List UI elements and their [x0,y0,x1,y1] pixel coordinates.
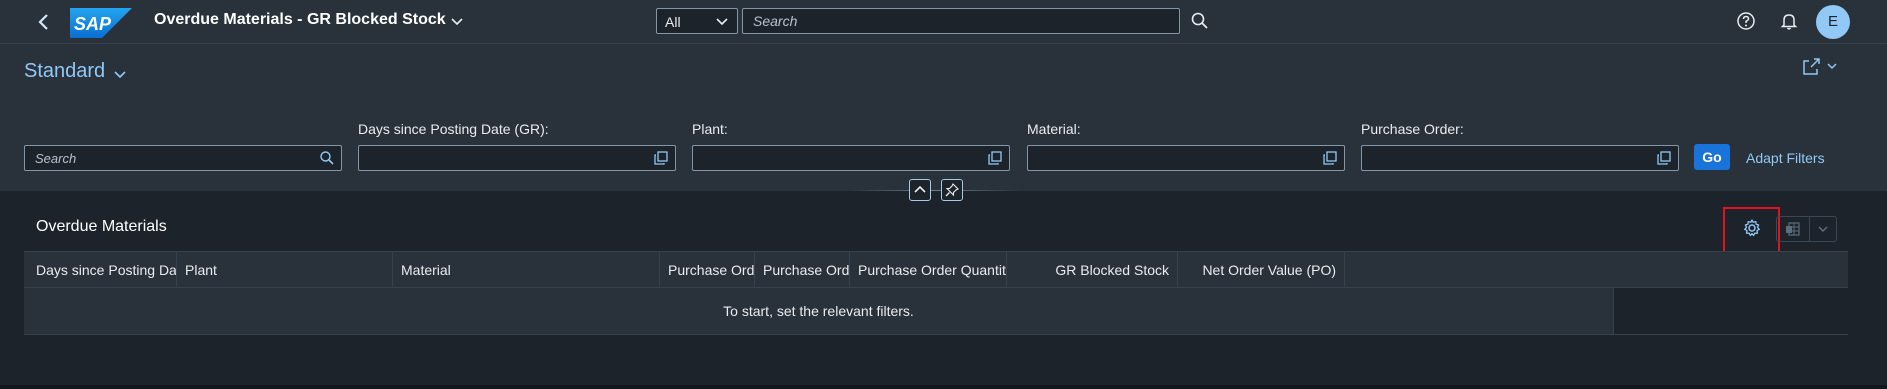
column-header-plant[interactable]: Plant [177,252,393,289]
export-spreadsheet-icon [1786,222,1800,236]
purchase-order-field [1361,145,1679,171]
search-icon[interactable] [1190,11,1210,31]
header-divider [850,190,1020,191]
filter-label-days-since-posting: Days since Posting Date (GR): [358,121,549,137]
pin-header-button[interactable] [941,179,963,201]
table-header: Days since Posting Date... Plant Materia… [24,251,1848,289]
column-header-gr-blocked-stock[interactable]: GR Blocked Stock [1007,252,1178,289]
table-title: Overdue Materials [36,218,167,235]
purchase-order-input[interactable] [1362,146,1678,170]
export-menu-button[interactable] [1809,216,1837,242]
notifications-bell-icon[interactable] [1779,11,1799,31]
chevron-down-icon[interactable] [112,66,128,82]
shell-search-field [742,8,1180,34]
days-since-posting-input[interactable] [359,146,675,170]
share-icon[interactable] [1800,56,1822,78]
app-title[interactable]: Overdue Materials - GR Blocked Stock [154,11,446,29]
logo-text: SAP [74,14,112,34]
value-help-icon[interactable] [1322,150,1338,166]
search-icon[interactable] [319,150,335,166]
filter-label-plant: Plant: [692,121,728,137]
shell-bar: SAP Overdue Materials - GR Blocked Stock… [0,0,1887,44]
page-bottom-edge [0,385,1887,389]
search-scope-select[interactable]: All [656,8,738,34]
material-field [1027,145,1345,171]
go-button[interactable]: Go [1694,144,1730,170]
pin-icon [945,183,959,197]
sap-logo[interactable]: SAP [70,8,132,38]
column-header-purchase-order-item[interactable]: Purchase Ord... [755,252,850,289]
value-help-icon[interactable] [987,150,1003,166]
chevron-down-icon [716,18,728,26]
shell-search-input[interactable] [743,9,1179,33]
help-icon[interactable] [1736,11,1756,31]
filter-label-purchase-order: Purchase Order: [1361,121,1464,137]
chevron-up-icon [914,185,926,193]
back-icon[interactable] [32,10,56,34]
filter-label-material: Material: [1027,121,1081,137]
filter-bar: Standard Days since Posting Date (GR): P… [0,44,1887,191]
variant-management-title[interactable]: Standard [24,60,105,83]
value-help-icon[interactable] [1656,150,1672,166]
chevron-down-icon [1818,226,1828,233]
days-since-posting-field [358,145,676,171]
table-body: To start, set the relevant filters. [24,288,1848,335]
plant-field [692,145,1010,171]
adapt-filters-link[interactable]: Adapt Filters [1746,150,1825,166]
column-header-material[interactable]: Material [393,252,660,289]
collapse-header-button[interactable] [909,179,931,201]
no-data-text: To start, set the relevant filters. [24,288,1614,334]
plant-input[interactable] [693,146,1009,170]
user-avatar[interactable]: E [1816,5,1850,39]
chevron-down-icon[interactable] [1826,60,1838,72]
highlight-box [1723,207,1780,253]
scope-value: All [665,14,681,30]
column-header-purchase-order[interactable]: Purchase Order [660,252,755,289]
chevron-down-icon[interactable] [449,13,465,29]
column-header-po-quantity[interactable]: Purchase Order Quantity [850,252,1007,289]
filter-search-field [24,145,342,171]
export-button[interactable] [1776,216,1810,242]
filter-search-input[interactable] [25,146,341,170]
column-header-net-order-value[interactable]: Net Order Value (PO) [1178,252,1345,289]
material-input[interactable] [1028,146,1344,170]
column-header-days-since-posting[interactable]: Days since Posting Date... [24,252,177,289]
value-help-icon[interactable] [653,150,669,166]
